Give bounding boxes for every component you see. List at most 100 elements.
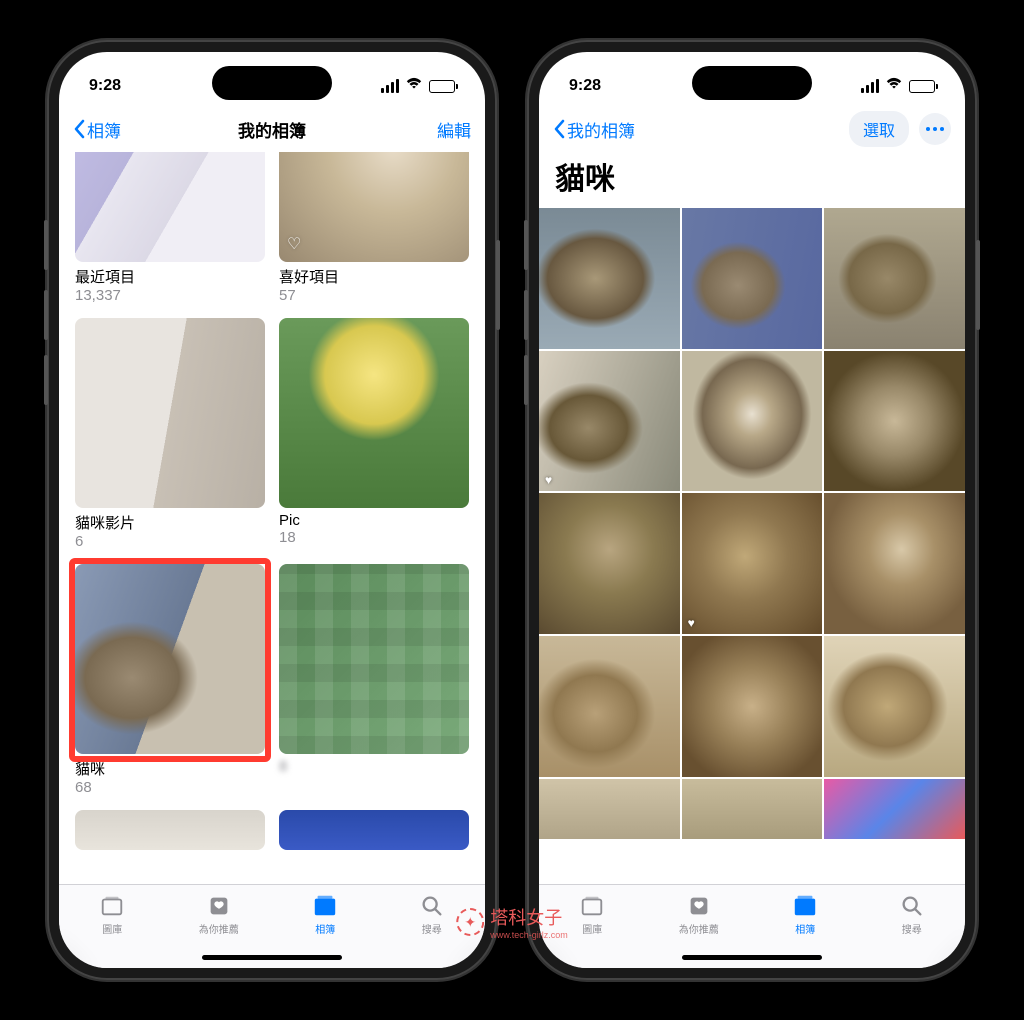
watermark-icon: ✦ [456,908,484,936]
photos-content[interactable]: ♥ ♥ [539,208,965,884]
select-button[interactable]: 選取 [849,111,909,147]
phone-right: 9:28 我的相簿 選取 貓咪 [527,40,977,980]
status-indicators [381,77,455,96]
nav-title: 我的相簿 [238,117,306,142]
page-title: 貓咪 [539,152,965,208]
tab-search[interactable]: 搜尋 [859,885,966,968]
photo-cell[interactable] [539,636,680,777]
screen-right: 9:28 我的相簿 選取 貓咪 [539,52,965,968]
photo-cell[interactable]: ♥ [539,351,680,492]
album-name: Pic [279,512,469,529]
wifi-icon [405,77,423,96]
search-icon [899,893,925,919]
photo-cell[interactable] [682,208,823,349]
heart-icon: ♥ [688,616,695,630]
status-time: 9:28 [89,77,121,95]
chevron-left-icon [553,119,565,139]
album-recent[interactable]: 最近項目 13,337 [75,152,265,304]
album-name: 貓咪影片 [75,512,265,533]
photo-cell[interactable] [824,351,965,492]
home-indicator[interactable] [202,955,342,960]
album-thumb [75,810,265,850]
album-thumb: ♡ [279,152,469,262]
back-label: 相簿 [87,117,121,142]
phone-left: 9:28 相簿 我的相簿 編輯 最近項目 13,337 [47,40,497,980]
album-thumb [75,318,265,508]
album-count: 8 [279,758,469,775]
album-grid: 最近項目 13,337 ♡ 喜好項目 57 貓咪影片 6 [59,152,485,850]
screen-left: 9:28 相簿 我的相簿 編輯 最近項目 13,337 [59,52,485,968]
album-count: 6 [75,533,265,550]
back-button[interactable]: 相簿 [73,117,121,142]
albums-icon [792,893,818,919]
cellular-icon [381,79,399,93]
album-count: 68 [75,779,265,796]
album-count: 13,337 [75,287,265,304]
nav-bar: 我的相簿 選取 [539,106,965,152]
album-cat[interactable]: 貓咪 68 [75,564,265,796]
photo-cell[interactable] [682,351,823,492]
battery-icon [429,80,455,93]
album-name: 喜好項目 [279,266,469,287]
photo-cell[interactable] [682,779,823,839]
album-thumb [75,152,265,262]
album-partial[interactable] [279,810,469,850]
watermark-text: 塔科女子 [490,908,562,928]
library-icon [579,893,605,919]
dynamic-island [212,66,332,100]
watermark-sub: www.tech-girlz.com [490,930,568,940]
albums-icon [312,893,338,919]
foryou-icon [206,893,232,919]
album-name: 貓咪 [75,758,265,779]
album-cat-video[interactable]: 貓咪影片 6 [75,318,265,550]
status-time: 9:28 [569,77,601,95]
tab-label: 為你推薦 [199,921,239,936]
photo-cell[interactable] [539,779,680,839]
album-name: 最近項目 [75,266,265,287]
wifi-icon [885,77,903,96]
ellipsis-icon [926,127,944,131]
tab-label: 圖庫 [582,921,602,936]
edit-button[interactable]: 編輯 [437,117,471,142]
album-count: 57 [279,287,469,304]
home-indicator[interactable] [682,955,822,960]
photo-grid: ♥ ♥ [539,208,965,839]
albums-content[interactable]: 最近項目 13,337 ♡ 喜好項目 57 貓咪影片 6 [59,152,485,884]
album-favorites[interactable]: ♡ 喜好項目 57 [279,152,469,304]
album-thumb [279,564,469,754]
tab-library[interactable]: 圖庫 [59,885,166,968]
more-button[interactable] [919,113,951,145]
heart-icon: ♡ [287,234,301,254]
photo-cell[interactable] [824,493,965,634]
search-icon [419,893,445,919]
tab-label: 相簿 [315,921,335,936]
album-thumb [279,318,469,508]
tab-label: 相簿 [795,921,815,936]
dynamic-island [692,66,812,100]
album-thumb [279,810,469,850]
photo-cell[interactable] [824,779,965,839]
album-count: 18 [279,529,469,546]
album-thumb [75,564,265,754]
photo-cell[interactable] [682,636,823,777]
library-icon [99,893,125,919]
back-button[interactable]: 我的相簿 [553,117,635,142]
album-blurred[interactable]: 8 [279,564,469,796]
photo-cell[interactable]: ♥ [682,493,823,634]
cellular-icon [861,79,879,93]
watermark: ✦ 塔科女子 www.tech-girlz.com [456,904,568,940]
battery-icon [909,80,935,93]
nav-bar: 相簿 我的相簿 編輯 [59,106,485,152]
tab-label: 搜尋 [422,921,442,936]
photo-cell[interactable] [824,208,965,349]
status-indicators [861,77,935,96]
photo-cell[interactable] [539,208,680,349]
photo-cell[interactable] [539,493,680,634]
foryou-icon [686,893,712,919]
album-pic[interactable]: Pic 18 [279,318,469,550]
heart-icon: ♥ [545,473,552,487]
photo-cell[interactable] [824,636,965,777]
album-partial[interactable] [75,810,265,850]
back-label: 我的相簿 [567,117,635,142]
tab-label: 圖庫 [102,921,122,936]
